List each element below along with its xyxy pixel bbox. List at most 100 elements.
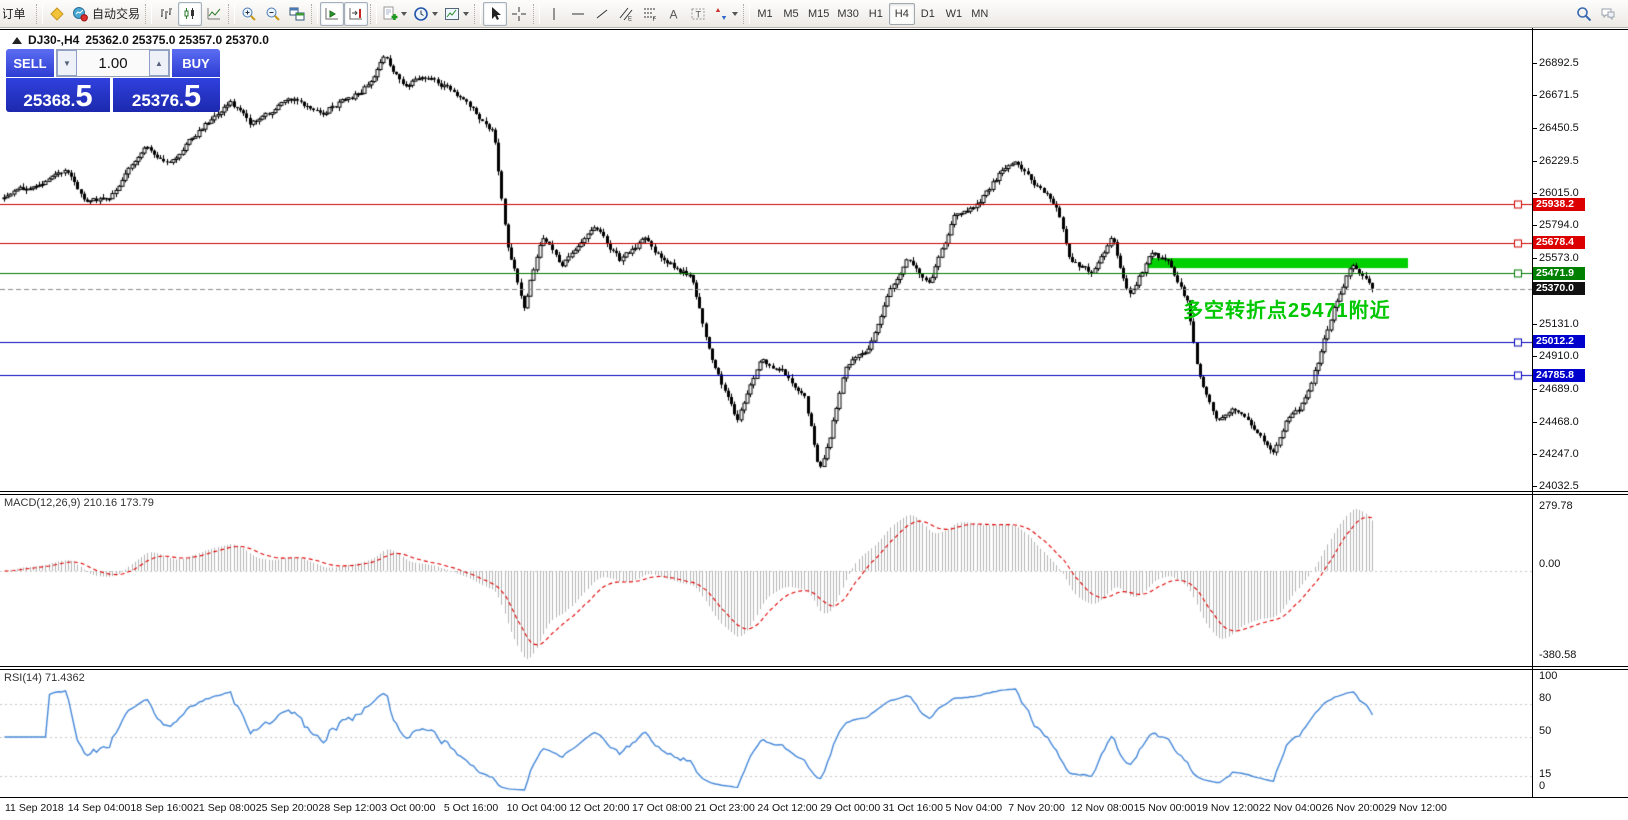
equidistant-channel-icon: E <box>618 6 634 22</box>
text-button[interactable]: A <box>662 2 686 26</box>
time-axis[interactable]: 11 Sep 201814 Sep 04:0018 Sep 16:0021 Se… <box>0 798 1628 820</box>
price-axis[interactable]: 26892.526671.526450.526229.526015.025794… <box>1533 28 1628 797</box>
time-tick-label: 25 Sep 20:00 <box>256 802 318 814</box>
arrows-button[interactable] <box>710 2 741 26</box>
zoom-out-button[interactable] <box>261 2 285 26</box>
chart-title: DJ30-,H4 25362.0 25375.0 25357.0 25370.0 <box>12 33 269 47</box>
text-icon: A <box>666 6 682 22</box>
tab-w1[interactable]: W1 <box>941 3 967 25</box>
rsi-axis-label: 50 <box>1539 725 1551 738</box>
tile-windows-button[interactable] <box>285 2 309 26</box>
price-tick-label: 26450.5 <box>1539 122 1579 135</box>
buy-button[interactable]: BUY <box>172 49 220 78</box>
macd-canvas[interactable] <box>0 496 1532 666</box>
line-chart-icon <box>206 6 222 22</box>
volume-field[interactable]: 1.00 <box>77 50 149 76</box>
price-line-tag: 25471.9 <box>1533 267 1585 280</box>
fibonacci-button[interactable]: F <box>638 2 662 26</box>
pane-separator[interactable] <box>0 666 1628 670</box>
auto-trading-button[interactable]: 自动交易 <box>69 2 143 26</box>
time-tick-label: 31 Oct 16:00 <box>883 802 943 814</box>
toolbar-separator <box>311 4 318 24</box>
time-tick-label: 24 Oct 12:00 <box>757 802 817 814</box>
tab-m15[interactable]: M15 <box>804 3 833 25</box>
collapse-icon[interactable] <box>12 37 22 44</box>
periods-button[interactable] <box>410 2 441 26</box>
time-tick-label: 5 Oct 16:00 <box>444 802 498 814</box>
time-tick-label: 5 Nov 04:00 <box>946 802 1003 814</box>
zoom-in-icon <box>241 6 257 22</box>
time-tick-label: 26 Nov 20:00 <box>1322 802 1384 814</box>
tab-m30[interactable]: M30 <box>833 3 862 25</box>
time-tick-label: 19 Nov 12:00 <box>1196 802 1258 814</box>
templates-button[interactable] <box>441 2 472 26</box>
chevron-down-icon <box>463 12 469 16</box>
svg-text:F: F <box>653 17 657 22</box>
crosshair-button[interactable] <box>507 2 531 26</box>
line-chart-button[interactable] <box>202 2 226 26</box>
price-line-tag: 25938.2 <box>1533 198 1585 211</box>
time-tick-label: 14 Sep 04:00 <box>68 802 130 814</box>
crosshair-icon <box>511 6 527 22</box>
ohlc-values: 25362.0 25375.0 25357.0 25370.0 <box>85 33 269 47</box>
price-line-tag: 25012.2 <box>1533 335 1585 348</box>
chat-button[interactable] <box>1596 2 1620 26</box>
candlestick-chart-icon <box>182 6 198 22</box>
bar-chart-button[interactable] <box>154 2 178 26</box>
text-label-button[interactable]: T <box>686 2 710 26</box>
toolbar: 订单 自动交易 <box>0 0 1628 28</box>
sell-price[interactable]: 25368.5 <box>6 78 110 112</box>
volume-up-button[interactable]: ▲ <box>149 50 169 76</box>
tab-h4[interactable]: H4 <box>889 3 915 25</box>
chart-text-annotation[interactable]: 多空转折点25471附近 <box>1183 294 1391 323</box>
buy-price-big-digit: 5 <box>184 83 201 109</box>
chat-icon <box>1600 6 1616 22</box>
tile-windows-icon <box>289 6 305 22</box>
tab-h1[interactable]: H1 <box>863 3 889 25</box>
macd-axis-label: 0.00 <box>1539 558 1560 571</box>
new-order-button[interactable]: 订单 <box>2 2 34 26</box>
cursor-icon <box>487 6 503 22</box>
price-tick-label: 26229.5 <box>1539 155 1579 168</box>
time-tick-label: 15 Nov 00:00 <box>1134 802 1196 814</box>
sell-button[interactable]: SELL <box>6 49 54 78</box>
price-chart-canvas[interactable] <box>0 31 1532 490</box>
sell-price-main: 25368 <box>23 92 70 109</box>
chart-top-border <box>0 29 1628 30</box>
toolbar-separator <box>145 4 152 24</box>
vertical-line-button[interactable] <box>542 2 566 26</box>
auto-trading-label: 自动交易 <box>92 5 140 22</box>
auto-scroll-button[interactable] <box>320 2 344 26</box>
auto-trading-icon <box>72 6 88 22</box>
pane-separator[interactable] <box>0 491 1628 495</box>
time-tick-label: 21 Oct 23:00 <box>695 802 755 814</box>
add-indicator-icon <box>382 6 398 22</box>
volume-down-button[interactable]: ▼ <box>57 50 77 76</box>
tab-m1[interactable]: M1 <box>752 3 778 25</box>
time-tick-label: 18 Sep 16:00 <box>130 802 192 814</box>
cursor-button[interactable] <box>483 2 507 26</box>
horizontal-line-button[interactable] <box>566 2 590 26</box>
add-indicator-button[interactable] <box>379 2 410 26</box>
search-button[interactable] <box>1572 2 1596 26</box>
zoom-out-icon <box>265 6 281 22</box>
price-tick-label: 24032.5 <box>1539 480 1579 493</box>
tab-d1[interactable]: D1 <box>915 3 941 25</box>
price-line-tag: 25678.4 <box>1533 236 1585 249</box>
tab-m5[interactable]: M5 <box>778 3 804 25</box>
rsi-canvas[interactable] <box>0 671 1532 797</box>
metaeditor-button[interactable] <box>45 2 69 26</box>
zoom-in-button[interactable] <box>237 2 261 26</box>
chart-shift-button[interactable] <box>344 2 368 26</box>
trendline-button[interactable] <box>590 2 614 26</box>
candlestick-chart-button[interactable] <box>178 2 202 26</box>
vertical-line-icon <box>546 6 562 22</box>
rsi-axis-label: 100 <box>1539 670 1557 683</box>
time-tick-label: 11 Sep 2018 <box>5 802 64 814</box>
sell-price-big-digit: 5 <box>75 83 92 109</box>
equidistant-channel-button[interactable]: E <box>614 2 638 26</box>
buy-price[interactable]: 25376.5 <box>113 78 220 112</box>
price-tick-label: 24910.0 <box>1539 350 1579 363</box>
macd-axis-label: 279.78 <box>1539 500 1573 513</box>
tab-mn[interactable]: MN <box>967 3 993 25</box>
